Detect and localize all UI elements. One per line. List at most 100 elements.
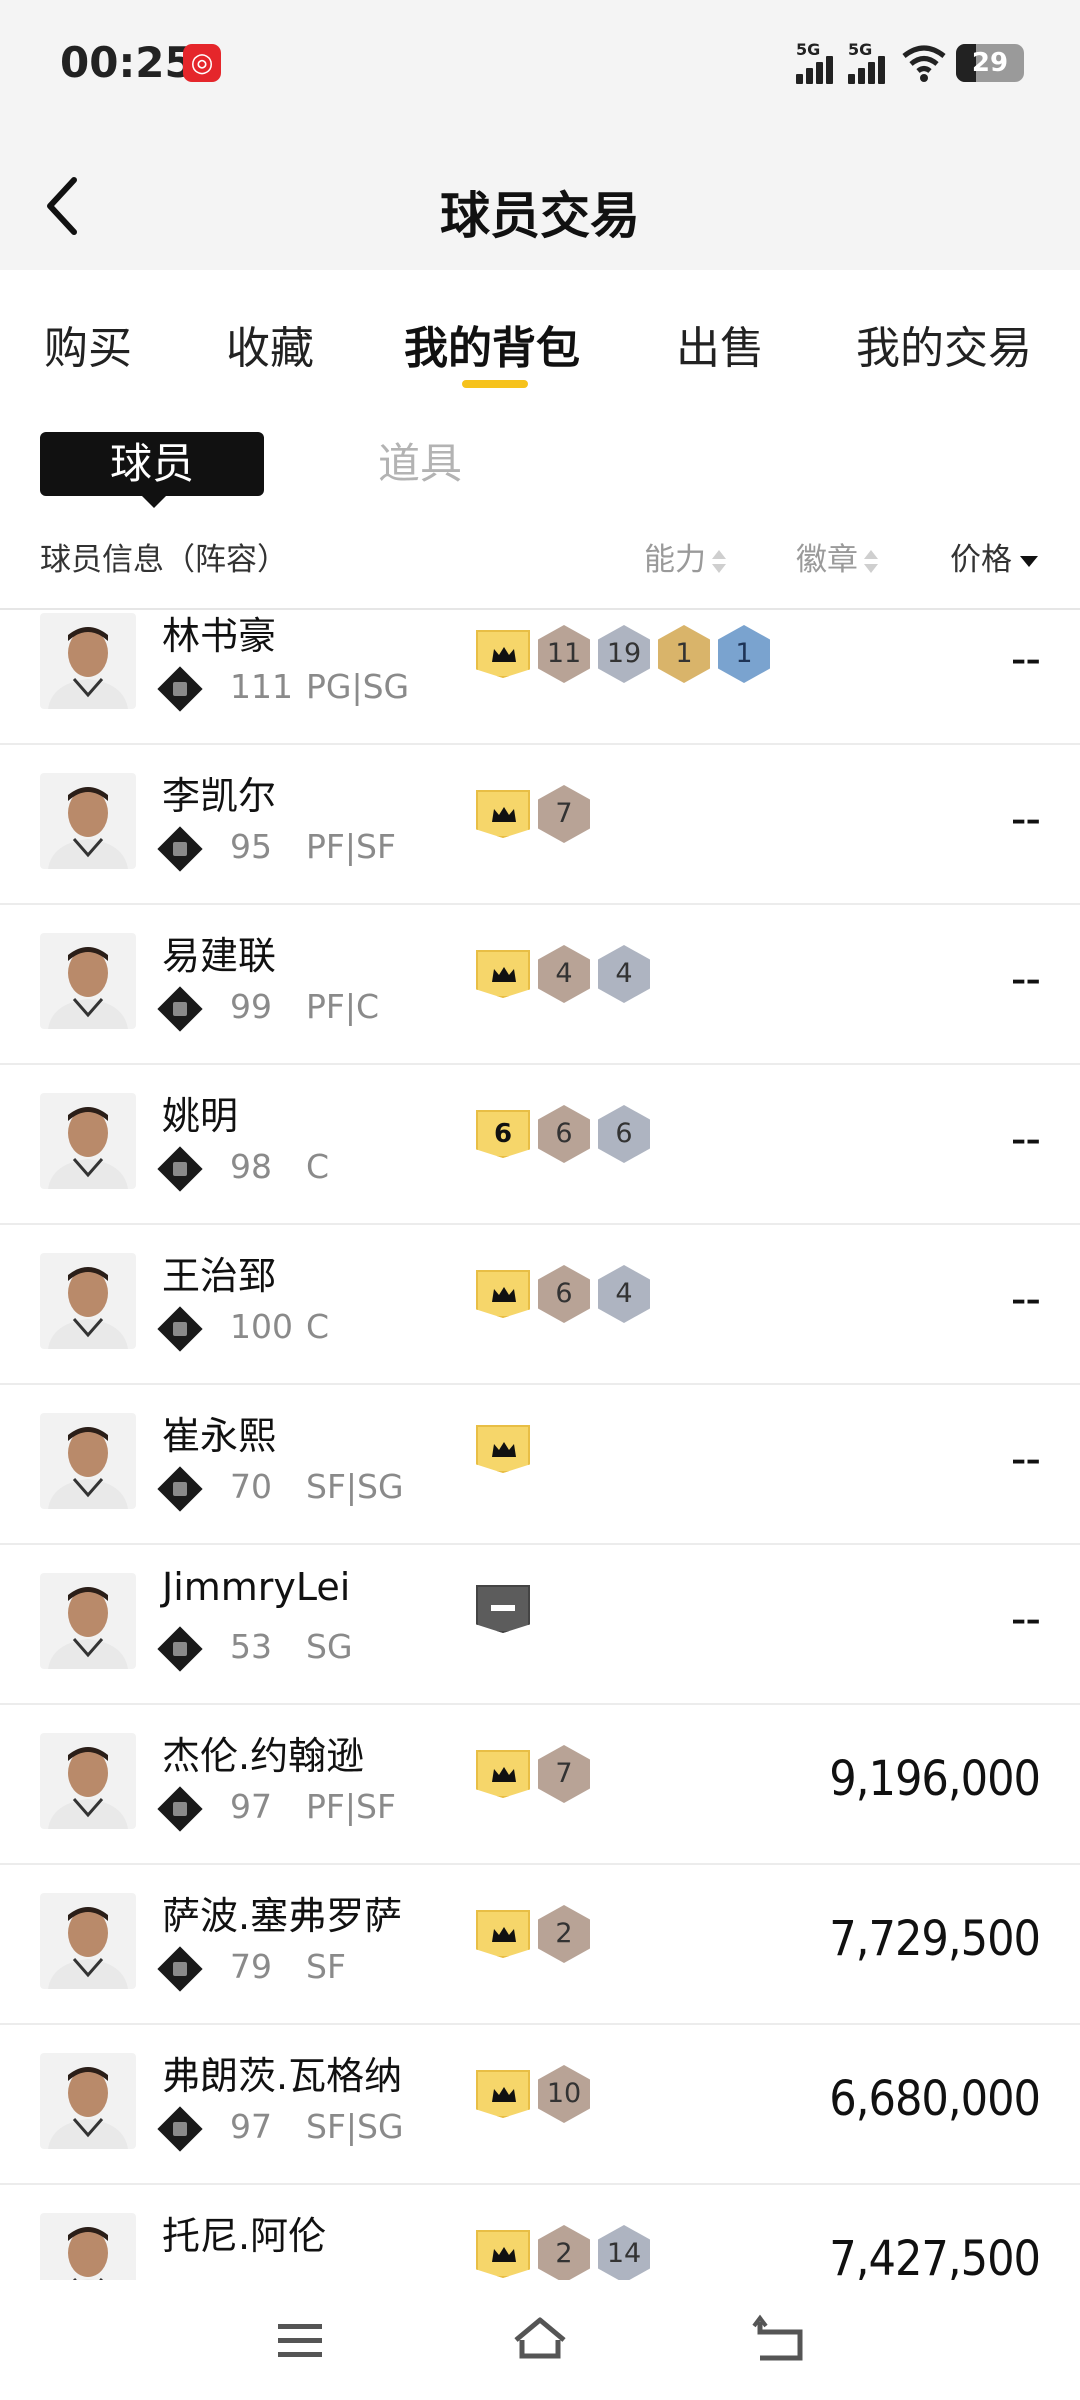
crown-icon bbox=[476, 1750, 530, 1798]
badge-count-bronze: 10 bbox=[538, 2065, 590, 2123]
player-badges: 7 bbox=[476, 1745, 598, 1805]
player-name: 托尼.阿伦 bbox=[162, 2214, 327, 2258]
player-avatar bbox=[40, 1733, 136, 1829]
player-row[interactable]: 托尼.阿伦 2 14 7,427,500 bbox=[0, 2185, 1080, 2280]
crown-icon bbox=[476, 630, 530, 678]
player-overall: 99 bbox=[230, 987, 272, 1026]
top-tabs: 购买 收藏 我的背包 出售 我的交易 bbox=[0, 272, 1080, 392]
player-badges: 2 14 bbox=[476, 2225, 658, 2280]
column-player-info: 球员信息（阵容） bbox=[40, 542, 288, 578]
player-avatar bbox=[40, 1093, 136, 1189]
player-name: 王治郅 bbox=[162, 1254, 277, 1298]
player-name: 杰伦.约翰逊 bbox=[162, 1734, 365, 1778]
player-row[interactable]: 易建联 99 PF|C 4 4 -- bbox=[0, 905, 1080, 1065]
player-grade-icon bbox=[157, 826, 203, 872]
wifi-icon bbox=[902, 45, 946, 82]
battery-icon: 29 bbox=[956, 44, 1024, 82]
crown-icon bbox=[476, 790, 530, 838]
player-badges: 7 bbox=[476, 785, 598, 845]
player-overall: 98 bbox=[230, 1147, 272, 1186]
player-badges: 10 bbox=[476, 2065, 598, 2125]
player-row[interactable]: JimmryLei 53 SG -- bbox=[0, 1545, 1080, 1705]
tab-buy[interactable]: 购买 bbox=[44, 312, 132, 376]
empty-rank-icon bbox=[476, 1585, 530, 1633]
badge-count-bronze: 11 bbox=[538, 625, 590, 683]
player-position: C bbox=[306, 1147, 330, 1186]
player-badges bbox=[476, 1425, 538, 1485]
badge-count-blue: 1 bbox=[718, 625, 770, 683]
tab-indicator bbox=[462, 380, 528, 388]
signal-label: 5G bbox=[796, 40, 821, 59]
player-row[interactable]: 姚明 98 C 6 6 6 -- bbox=[0, 1065, 1080, 1225]
player-position: PF|SF bbox=[306, 1787, 396, 1826]
player-avatar bbox=[40, 2053, 136, 2149]
badge-count-gold: 1 bbox=[658, 625, 710, 683]
player-badges: 11 19 1 1 bbox=[476, 625, 778, 685]
crown-icon bbox=[476, 2070, 530, 2118]
tab-favorites[interactable]: 收藏 bbox=[226, 312, 314, 376]
player-badges bbox=[476, 1585, 538, 1645]
badge-count-bronze: 7 bbox=[538, 1745, 590, 1803]
crown-icon bbox=[476, 1270, 530, 1318]
subtab-items[interactable]: 道具 bbox=[378, 432, 462, 496]
player-overall: 111 bbox=[230, 667, 293, 706]
player-overall: 97 bbox=[230, 1787, 272, 1826]
column-badge-sort[interactable]: 徽章 bbox=[796, 540, 878, 580]
badge-count-silver: 6 bbox=[598, 1105, 650, 1163]
player-name: 姚明 bbox=[162, 1094, 239, 1138]
player-list[interactable]: 林书豪 111 PG|SG 11 19 1 1 -- 李凯尔 95 PF|SF 7 -- 易建联 99 PF|… bbox=[0, 610, 1080, 2280]
player-row[interactable]: 李凯尔 95 PF|SF 7 -- bbox=[0, 745, 1080, 905]
player-position: SF|SG bbox=[306, 1467, 404, 1506]
back-nav-icon[interactable] bbox=[750, 2310, 810, 2370]
player-name: JimmryLei bbox=[162, 1565, 351, 1609]
player-badges: 44 bbox=[476, 945, 658, 1005]
player-grade-icon bbox=[157, 666, 203, 712]
player-avatar bbox=[40, 1413, 136, 1509]
player-avatar bbox=[40, 2213, 136, 2280]
player-position: SF bbox=[306, 1947, 346, 1986]
column-ability-sort[interactable]: 能力 bbox=[644, 540, 726, 580]
tab-my-trades[interactable]: 我的交易 bbox=[856, 312, 1032, 376]
page-title: 球员交易 bbox=[440, 187, 640, 245]
player-avatar bbox=[40, 933, 136, 1029]
status-time: 00:25 bbox=[60, 38, 194, 87]
badge-count-silver: 14 bbox=[598, 2225, 650, 2280]
player-name: 弗朗茨.瓦格纳 bbox=[162, 2054, 403, 2098]
menu-icon[interactable] bbox=[270, 2310, 330, 2370]
player-overall: 100 bbox=[230, 1307, 293, 1346]
tab-sell[interactable]: 出售 bbox=[676, 312, 764, 376]
player-overall: 53 bbox=[230, 1627, 272, 1666]
home-icon[interactable] bbox=[510, 2310, 570, 2370]
player-name: 崔永熙 bbox=[162, 1414, 277, 1458]
player-price: -- bbox=[1010, 951, 1041, 1007]
subtab-players-label: 球员 bbox=[109, 439, 194, 488]
badge-count-silver: 4 bbox=[598, 945, 650, 1003]
player-position: PG|SG bbox=[306, 667, 410, 706]
signal-icon: 5G bbox=[796, 40, 842, 84]
player-avatar bbox=[40, 1253, 136, 1349]
player-position: C bbox=[306, 1307, 330, 1346]
player-overall: 79 bbox=[230, 1947, 272, 1986]
player-grade-icon bbox=[157, 1466, 203, 1512]
player-grade-icon bbox=[157, 1146, 203, 1192]
player-row[interactable]: 萨波.塞弗罗萨 79 SF 2 7,729,500 bbox=[0, 1865, 1080, 2025]
badge-count-silver: 4 bbox=[598, 1265, 650, 1323]
signal-label-2: 5G bbox=[848, 40, 873, 59]
badge-count-bronze: 6 bbox=[538, 1265, 590, 1323]
sort-desc-icon bbox=[1020, 556, 1038, 567]
sort-icon bbox=[864, 549, 878, 574]
player-price: 6,680,000 bbox=[829, 2071, 1041, 2127]
subtab-players[interactable]: 球员 bbox=[40, 432, 264, 508]
tab-my-backpack[interactable]: 我的背包 bbox=[404, 312, 580, 376]
player-row[interactable]: 崔永熙 70 SF|SG -- bbox=[0, 1385, 1080, 1545]
column-badge-label: 徽章 bbox=[796, 542, 858, 578]
player-name: 萨波.塞弗罗萨 bbox=[162, 1894, 403, 1938]
player-row[interactable]: 弗朗茨.瓦格纳 97 SF|SG 10 6,680,000 bbox=[0, 2025, 1080, 2185]
column-price-sort[interactable]: 价格 bbox=[950, 540, 1038, 580]
player-row[interactable]: 王治郅 100 C 6 4 -- bbox=[0, 1225, 1080, 1385]
crown-icon bbox=[476, 1425, 530, 1473]
player-row[interactable]: 林书豪 111 PG|SG 11 19 1 1 -- bbox=[0, 610, 1080, 745]
player-row[interactable]: 杰伦.约翰逊 97 PF|SF 7 9,196,000 bbox=[0, 1705, 1080, 1865]
system-nav-bar bbox=[0, 2280, 1080, 2400]
player-overall: 95 bbox=[230, 827, 272, 866]
